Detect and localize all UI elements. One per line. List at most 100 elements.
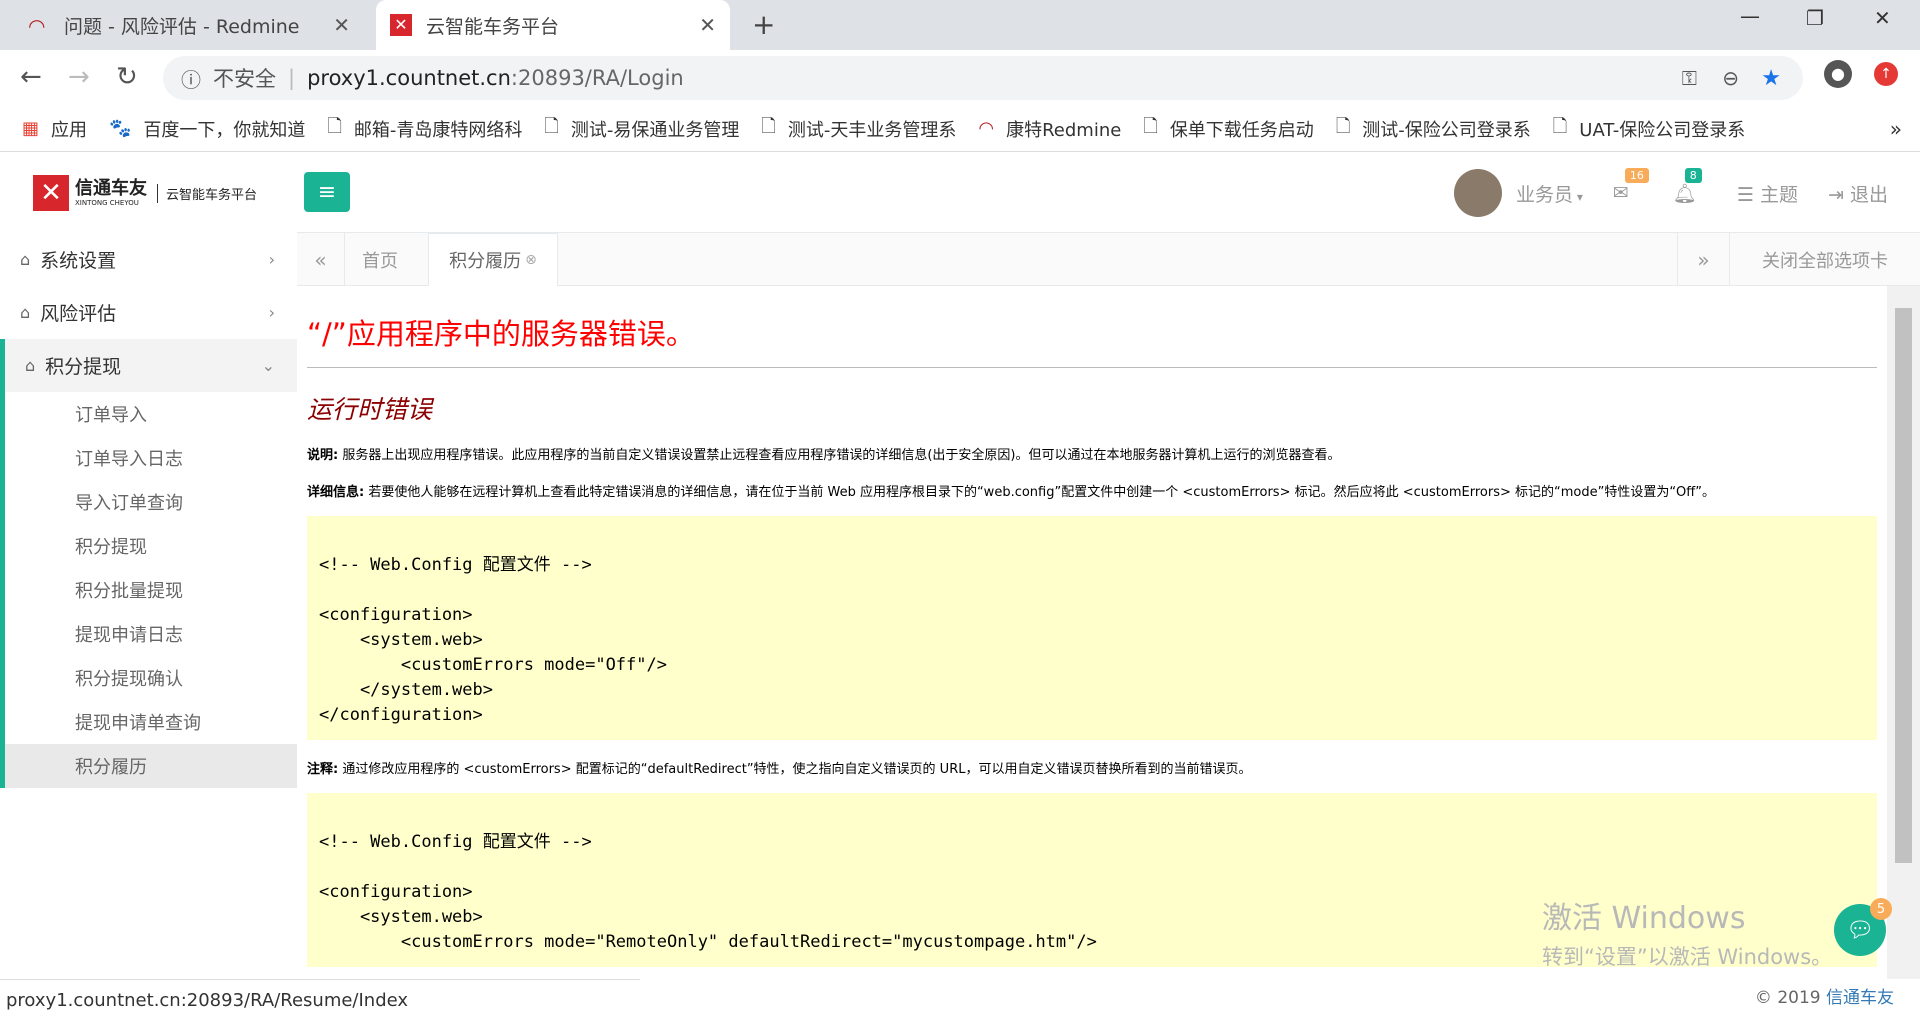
- theme-button[interactable]: ☰ 主题: [1737, 180, 1798, 207]
- copyright-prefix: © 2019: [1754, 988, 1821, 1008]
- envelope-icon: ✉: [1612, 182, 1629, 204]
- update-icon[interactable]: ↑: [1874, 62, 1898, 86]
- page-icon: 🗋: [1552, 115, 1568, 137]
- menu-toggle-button[interactable]: ≡: [304, 172, 350, 212]
- bookmark-label: UAT-保险公司登录系: [1579, 119, 1746, 141]
- scrollbar-thumb[interactable]: [1895, 308, 1912, 863]
- notifications-button[interactable]: 🔔︎ 8: [1673, 167, 1702, 205]
- windows-activation-watermark: 激活 Windows 转到“设置”以激活 Windows。: [1542, 900, 1832, 976]
- bookmark-ybt[interactable]: 🗋 测试-易保通业务管理: [544, 114, 739, 144]
- error-subtitle: 运行时错误: [307, 395, 433, 424]
- messages-button[interactable]: ✉ 16: [1612, 168, 1649, 204]
- browser-tab-label: 问题 - 风险评估 - Redmine: [64, 15, 300, 38]
- bookmark-download[interactable]: 🗋 保单下载任务启动: [1143, 114, 1313, 144]
- error-details: 详细信息: 若要使他人能够在远程计算机上查看此特定错误消息的详细信息，请在位于当…: [307, 481, 1877, 500]
- star-icon[interactable]: ★: [1761, 66, 1781, 91]
- redmine-icon: ◠: [28, 14, 46, 38]
- submenu-item[interactable]: 积分提现: [5, 524, 297, 568]
- error-note: 注释: 通过修改应用程序的 <customErrors> 配置标记的“defau…: [307, 758, 1877, 777]
- forward-icon[interactable]: →: [68, 62, 90, 92]
- menu-label: 积分提现: [45, 356, 122, 378]
- chat-badge: 5: [1870, 898, 1892, 920]
- page-tabs-bar: « 首页 积分履历 ⊗ » 关闭全部选项卡: [297, 233, 1920, 286]
- submenu-item[interactable]: 提现申请日志: [5, 612, 297, 656]
- zoom-icon[interactable]: ⊖: [1722, 66, 1739, 90]
- user-name: 业务员: [1516, 183, 1574, 206]
- new-tab-icon[interactable]: +: [752, 8, 775, 41]
- tab-current-label: 积分履历: [449, 251, 522, 272]
- menu-risk-assessment[interactable]: ⌂ 风险评估 ›: [0, 286, 297, 339]
- chat-icon: 💬︎: [1846, 917, 1874, 943]
- submenu-item-active[interactable]: 积分履历: [5, 744, 297, 788]
- details-text: 若要使他人能够在远程计算机上查看此特定错误消息的详细信息，请在位于当前 Web …: [368, 485, 1715, 500]
- reload-icon[interactable]: ↻: [116, 62, 138, 92]
- menu-system-settings[interactable]: ⌂ 系统设置 ›: [0, 233, 297, 286]
- bookmark-baidu[interactable]: 🐾 百度一下，你就知道: [109, 116, 305, 142]
- error-description: 说明: 服务器上出现应用程序错误。此应用程序的当前自定义错误设置禁止远程查看应用…: [307, 444, 1877, 463]
- bookmark-tianfeng[interactable]: 🗋 测试-天丰业务管理系: [761, 114, 956, 144]
- chevron-down-icon: ⌄: [261, 356, 275, 375]
- home-icon: ⌂: [25, 356, 36, 375]
- logout-button[interactable]: ⇥ 退出: [1828, 180, 1888, 207]
- user-menu[interactable]: 业务员 ▾: [1516, 180, 1583, 207]
- close-tab-icon[interactable]: ⊗: [525, 252, 537, 268]
- content-scrollbar[interactable]: [1887, 286, 1920, 979]
- bookmark-insurer-uat[interactable]: 🗋 UAT-保险公司登录系: [1553, 114, 1745, 144]
- submenu-item[interactable]: 订单导入: [5, 392, 297, 436]
- key-icon[interactable]: ⚿: [1682, 66, 1697, 90]
- submenu-item[interactable]: 提现申请单查询: [5, 700, 297, 744]
- submenu-item[interactable]: 积分提现确认: [5, 656, 297, 700]
- bookmarks-bar: ▦ 应用 🐾 百度一下，你就知道 🗋 邮箱-青岛康特网络科 🗋 测试-易保通业务管理 🗋…: [0, 106, 1920, 152]
- bookmark-mail[interactable]: 🗋 邮箱-青岛康特网络科: [327, 114, 522, 144]
- close-tab-icon[interactable]: ✕: [699, 13, 716, 37]
- submenu-item[interactable]: 订单导入日志: [5, 436, 297, 480]
- theme-label: 主题: [1760, 183, 1799, 206]
- close-window-icon[interactable]: ✕: [1874, 6, 1891, 30]
- more-bookmarks-icon[interactable]: »: [1890, 117, 1902, 141]
- bookmark-redmine[interactable]: ◠ 康特Redmine: [978, 116, 1121, 142]
- watermark-line2: 转到“设置”以激活 Windows。: [1542, 945, 1833, 969]
- description-text: 服务器上出现应用程序错误。此应用程序的当前自定义错误设置禁止远程查看应用程序错误…: [342, 448, 1341, 463]
- tab-home[interactable]: 首页: [357, 233, 403, 286]
- browser-tab-strip: ◠ 问题 - 风险评估 - Redmine ✕ ✕ 云智能车务平台 ✕ + — …: [0, 0, 1920, 50]
- note-label: 注释:: [307, 762, 339, 777]
- copyright-brand[interactable]: 信通车友: [1826, 988, 1894, 1008]
- restore-icon[interactable]: ❐: [1806, 6, 1824, 30]
- page-icon: 🗋: [1143, 115, 1158, 137]
- submenu-item[interactable]: 导入订单查询: [5, 480, 297, 524]
- close-all-tabs-button[interactable]: 关闭全部选项卡: [1729, 233, 1920, 286]
- tab-current[interactable]: 积分履历 ⊗: [428, 233, 558, 286]
- submenu-item[interactable]: 积分批量提现: [5, 568, 297, 612]
- logo-platform: 云智能车务平台: [157, 183, 257, 203]
- back-icon[interactable]: ←: [20, 62, 42, 92]
- close-tab-icon[interactable]: ✕: [333, 13, 350, 37]
- bookmark-label: 百度一下，你就知道: [143, 119, 306, 141]
- menu-label: 系统设置: [40, 250, 117, 272]
- home-icon: ⌂: [20, 303, 31, 322]
- browser-tab-label: 云智能车务平台: [426, 15, 560, 38]
- browser-tab-redmine[interactable]: ◠ 问题 - 风险评估 - Redmine ✕: [14, 0, 364, 50]
- page-icon: 🗋: [1335, 115, 1351, 137]
- redmine-icon: ◠: [978, 118, 995, 139]
- minimize-icon[interactable]: —: [1740, 4, 1760, 28]
- info-icon[interactable]: ⓘ: [181, 64, 201, 93]
- omnibox[interactable]: ⓘ 不安全 | proxy1.countnet.cn :20893/RA/Log…: [163, 56, 1803, 100]
- bookmark-apps[interactable]: ▦ 应用: [22, 116, 87, 142]
- user-avatar[interactable]: [1454, 169, 1503, 217]
- profile-icon[interactable]: ●: [1824, 60, 1852, 88]
- bookmark-label: 应用: [51, 119, 88, 141]
- bookmark-label: 测试-易保通业务管理: [570, 119, 740, 141]
- address-bar-row: ← → ↻ ⓘ 不安全 | proxy1.countnet.cn :20893/…: [0, 50, 1920, 106]
- tabs-scroll-left-icon[interactable]: «: [297, 233, 345, 286]
- tabs-scroll-right-icon[interactable]: »: [1677, 233, 1729, 286]
- chat-button[interactable]: 💬︎ 5: [1834, 898, 1892, 956]
- menu-points-withdrawal[interactable]: ⌂ 积分提现 ⌄: [5, 339, 297, 392]
- footer-copyright: © 2019 信通车友: [1755, 983, 1894, 1008]
- note-text: 通过修改应用程序的 <customErrors> 配置标记的“defaultRe…: [342, 762, 1252, 777]
- logo[interactable]: ✕ 信通车友 XINTONG CHEYOU 云智能车务平台: [0, 153, 297, 233]
- url-path: :20893/RA/Login: [510, 66, 684, 90]
- browser-tab-platform[interactable]: ✕ 云智能车务平台 ✕: [376, 0, 730, 50]
- bookmark-label: 保单下载任务启动: [1169, 119, 1314, 141]
- security-label: 不安全: [213, 67, 276, 91]
- bookmark-insurer-test[interactable]: 🗋 测试-保险公司登录系: [1336, 114, 1531, 144]
